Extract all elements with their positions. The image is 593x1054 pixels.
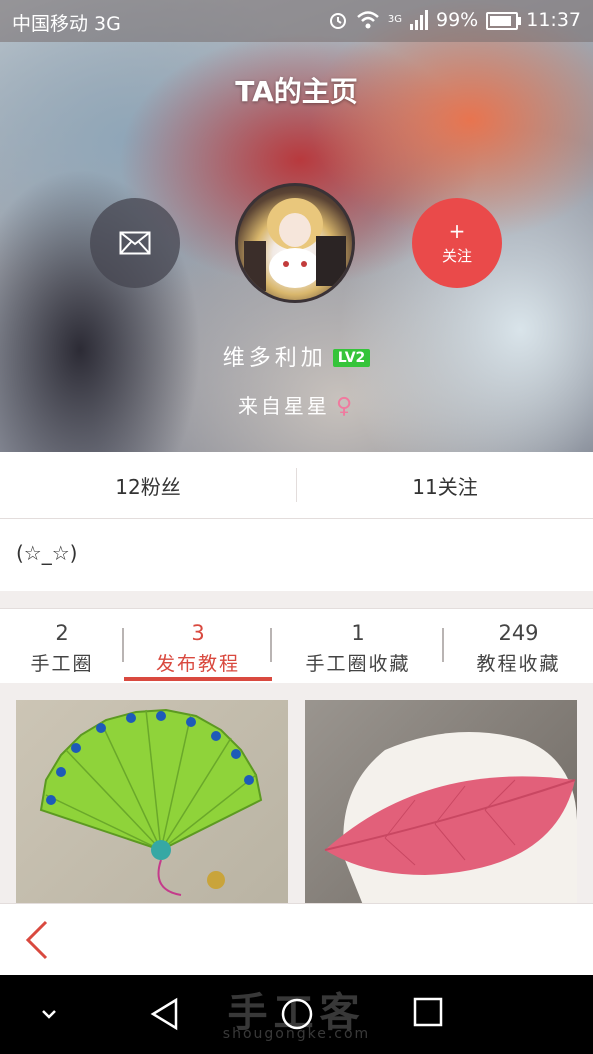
chevron-down-icon[interactable]: [40, 1007, 58, 1021]
network-type: 3G: [387, 14, 402, 25]
location-row: 来自星星 ♀: [0, 390, 593, 419]
tab-count: 2: [55, 621, 69, 645]
tutorial-card[interactable]: [305, 700, 577, 903]
bottom-bar: [0, 903, 593, 976]
avatar-image: [244, 198, 346, 291]
page-title: TA的主页: [235, 75, 358, 108]
username: 维多利加: [222, 346, 327, 371]
leaf-image: [324, 732, 577, 903]
tab-bar: 2 手工圈 3 发布教程 1 手工圈收藏 249 教程收藏: [0, 608, 593, 684]
tab-separator: [122, 628, 124, 662]
follow-button[interactable]: + 关注: [412, 198, 502, 288]
tab-label: 发布教程: [155, 653, 240, 675]
tutorial-grid: [0, 683, 593, 903]
follow-label: 关注: [441, 246, 472, 265]
tab-count: 3: [191, 621, 205, 645]
tab-count: 1: [351, 621, 365, 645]
level-badge: LV2: [332, 349, 371, 367]
following-count[interactable]: 11关注: [297, 452, 593, 518]
status-bar: 中国移动 3G 3G 99% 11:37: [0, 0, 593, 42]
signal-icon: [410, 10, 428, 30]
tab-label: 教程收藏: [476, 653, 561, 675]
tab-separator: [270, 628, 272, 662]
system-nav-bar: [0, 975, 593, 1054]
wifi-icon: [357, 11, 379, 29]
tab-tutorial-favorites[interactable]: 249 教程收藏: [444, 609, 593, 683]
fans-count[interactable]: 12粉丝: [0, 452, 296, 518]
tab-published-tutorials[interactable]: 3 发布教程: [124, 609, 272, 683]
clock: 11:37: [526, 9, 581, 31]
back-arrow-icon[interactable]: [20, 918, 60, 962]
tutorial-card[interactable]: [16, 700, 288, 903]
female-icon: ♀: [335, 394, 356, 419]
username-row: 维多利加 LV2: [0, 340, 593, 372]
battery-icon: [486, 11, 522, 30]
carrier: 中国移动 3G: [12, 13, 121, 35]
plus-icon: +: [448, 218, 466, 243]
home-circle-icon[interactable]: [280, 997, 314, 1031]
alarm-icon: [329, 13, 346, 29]
tab-label: 手工圈: [30, 653, 94, 675]
follow-counts: 12粉丝 11关注: [0, 452, 593, 519]
tab-circle-favorites[interactable]: 1 手工圈收藏: [272, 609, 444, 683]
bio: (☆_☆): [0, 519, 593, 591]
recents-square-icon[interactable]: [413, 997, 443, 1027]
active-tab-indicator: [124, 677, 272, 681]
envelope-icon: [119, 231, 151, 255]
location: 来自星星: [237, 394, 330, 418]
message-button[interactable]: [90, 198, 180, 288]
back-triangle-icon[interactable]: [150, 997, 180, 1031]
tab-circle[interactable]: 2 手工圈: [0, 609, 124, 683]
tab-label: 手工圈收藏: [305, 653, 411, 675]
peacock-fan-image: [39, 708, 263, 896]
bio-text: (☆_☆): [16, 541, 78, 565]
profile-header: TA的主页 + 关注 维多利加 LV2 来自星星 ♀: [0, 0, 593, 452]
avatar[interactable]: [235, 183, 355, 303]
tab-count: 249: [498, 621, 539, 645]
battery-percent: 99%: [436, 9, 479, 31]
tab-separator: [442, 628, 444, 662]
